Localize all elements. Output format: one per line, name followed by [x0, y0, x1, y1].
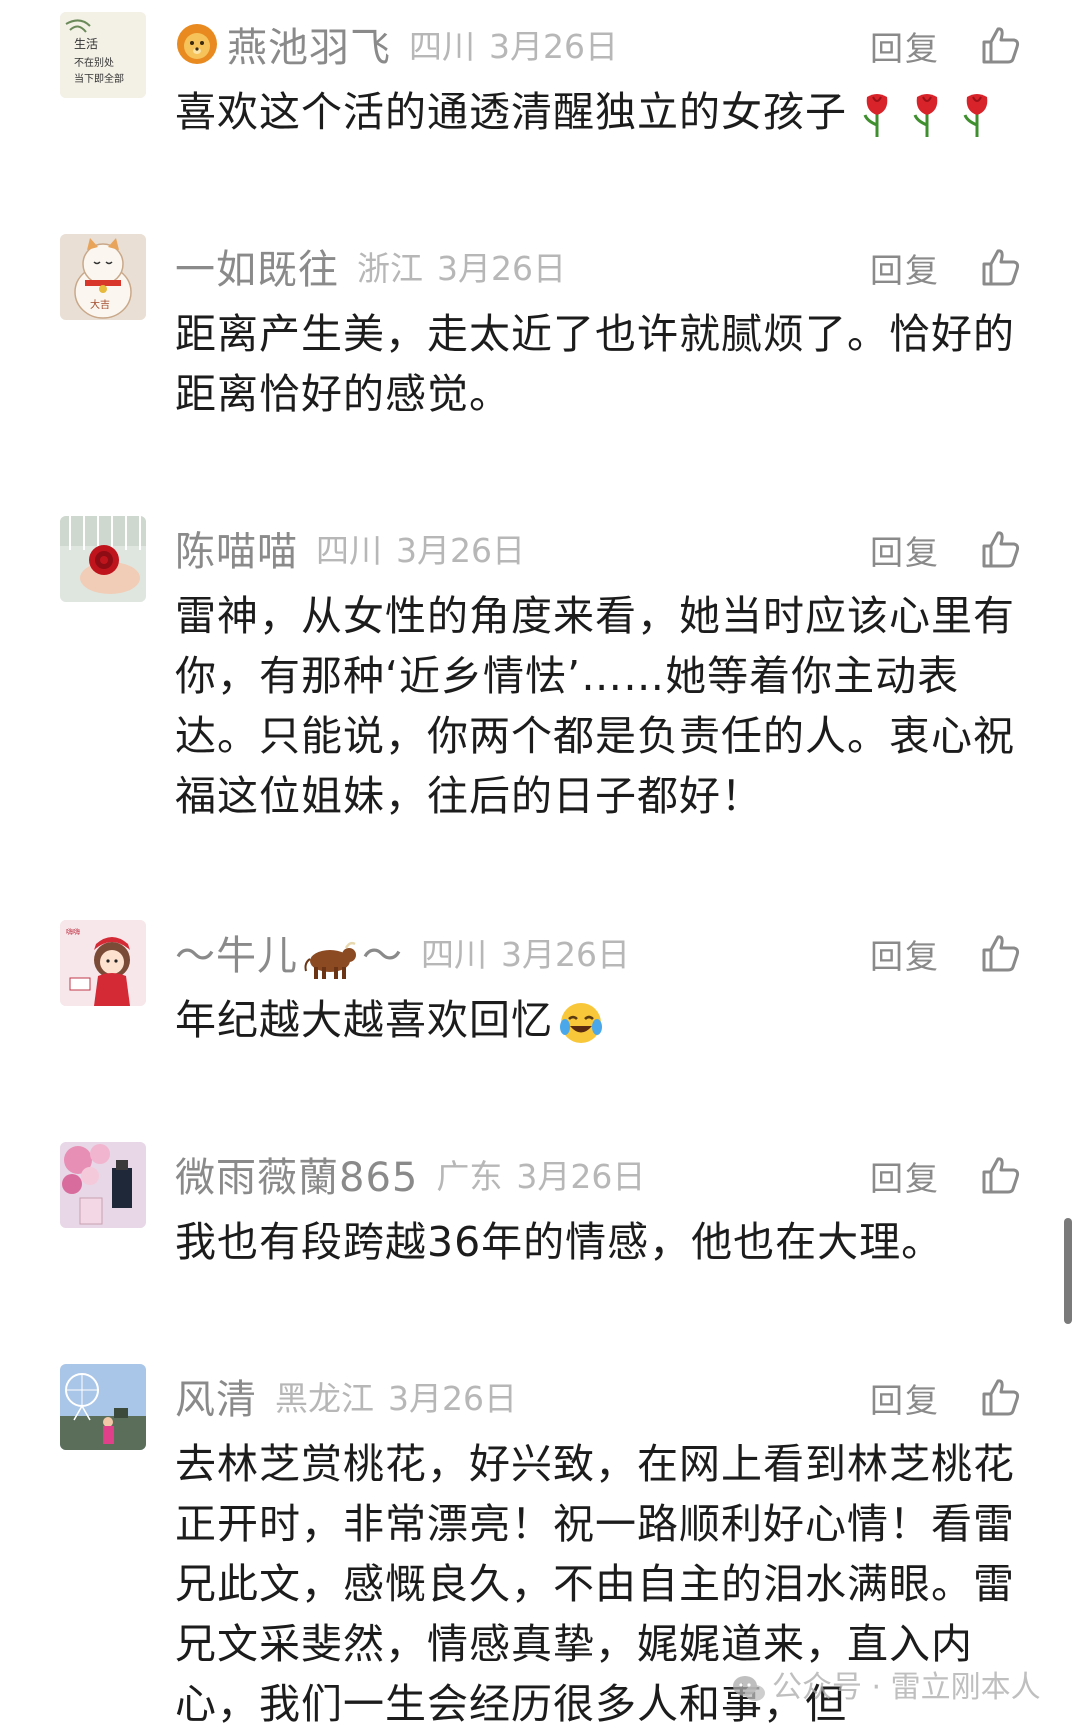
calligraphy-avatar-icon: 生活 不在别处 当下即全部 — [60, 12, 146, 98]
username[interactable]: 一如既往 — [175, 237, 339, 295]
lucky-cat-icon: 大吉 — [60, 234, 146, 320]
comment-header: ～牛儿～ 四川 3月26日 — [175, 922, 630, 982]
watermark-text: 公众号 · 雷立刚本人 — [772, 1670, 1041, 1705]
rose-emoji-icon — [913, 94, 938, 137]
location-label: 浙江 — [357, 249, 423, 288]
ferris-wheel-photo-icon — [60, 1364, 146, 1450]
comment-item: 陈喵喵 四川 3月26日 回复 雷神，从女性的角度来看，她当时应该心里有你，有那… — [0, 516, 1080, 836]
comment-header: 风清 黑龙江 3月26日 — [175, 1366, 517, 1426]
cartoon-girl-icon: 嗨嗨 — [60, 920, 146, 1006]
watermark: 公众号 · 雷立刚本人 — [732, 1662, 1041, 1706]
avatar[interactable] — [60, 1364, 146, 1450]
date-label: 3月26日 — [437, 249, 566, 288]
date-label: 3月26日 — [489, 27, 618, 66]
thumbs-up-icon[interactable] — [980, 246, 1022, 288]
avatar[interactable]: 嗨嗨 — [60, 920, 146, 1006]
avatar[interactable] — [60, 516, 146, 602]
scrollbar[interactable] — [1064, 1218, 1072, 1324]
location-label: 黑龙江 — [275, 1379, 374, 1418]
lion-emoji-icon — [177, 24, 217, 64]
rose-emoji-icon — [863, 94, 888, 137]
username[interactable]: 陈喵喵 — [175, 519, 298, 577]
reply-button[interactable]: 回复 — [870, 930, 940, 978]
date-label: 3月26日 — [396, 531, 525, 570]
comment-item: 嗨嗨 ～牛儿～ 四川 3月26日 回复 年纪越大越喜欢回忆 — [0, 920, 1080, 1080]
avatar[interactable]: 大吉 — [60, 234, 146, 320]
thumbs-up-icon[interactable] — [980, 24, 1022, 66]
thumbs-up-icon[interactable] — [980, 1376, 1022, 1418]
comment-header: 燕池羽飞 四川 3月26日 — [175, 14, 618, 74]
ox-emoji-icon — [304, 941, 356, 979]
date-label: 3月26日 — [388, 1379, 517, 1418]
comment-text: 喜欢这个活的通透清醒独立的女孩子 — [175, 82, 1015, 142]
reply-button[interactable]: 回复 — [870, 244, 940, 292]
svg-text:大吉: 大吉 — [90, 298, 110, 311]
username[interactable]: 风清 — [175, 1367, 257, 1425]
location-label: 四川 — [421, 935, 487, 974]
rose-emoji-icon — [963, 94, 988, 137]
comment-header: 微雨薇蘭865 广东 3月26日 — [175, 1144, 645, 1204]
avatar[interactable]: 生活 不在别处 当下即全部 — [60, 12, 146, 98]
comment-item: 生活 不在别处 当下即全部 燕池羽飞 四川 3月26日 回复 喜欢这个活的通透清… — [0, 12, 1080, 172]
date-label: 3月26日 — [516, 1157, 646, 1196]
location-label: 四川 — [316, 531, 382, 570]
thumbs-up-icon[interactable] — [980, 932, 1022, 974]
thumbs-up-icon[interactable] — [980, 1154, 1022, 1196]
comment-header: 一如既往 浙江 3月26日 — [175, 236, 566, 296]
comment-text: 距离产生美，走太近了也许就腻烦了。恰好的距离恰好的感觉。 — [175, 310, 1015, 418]
laughing-tears-emoji-icon — [560, 1003, 602, 1043]
comment-item: 微雨薇蘭865 广东 3月26日 回复 我也有段跨越36年的情感，他也在大理。 — [0, 1142, 1080, 1282]
reply-button[interactable]: 回复 — [870, 1374, 940, 1422]
comment-header: 陈喵喵 四川 3月26日 — [175, 518, 525, 578]
wechat-icon — [733, 1675, 765, 1701]
comments-page: 生活 不在别处 当下即全部 燕池羽飞 四川 3月26日 回复 喜欢这个活的通透清… — [0, 0, 1080, 1730]
comment-text: 雷神，从女性的角度来看，她当时应该心里有你，有那种‘近乡情怯’……她等着你主动表… — [175, 592, 1015, 820]
comment-item: 大吉 一如既往 浙江 3月26日 回复 距离产生美，走太近了也许就腻烦了。恰好的… — [0, 234, 1080, 434]
thumbs-up-icon[interactable] — [980, 528, 1022, 570]
flowers-perfume-icon — [60, 1142, 146, 1228]
avatar[interactable] — [60, 1142, 146, 1228]
comment-text: 年纪越大越喜欢回忆 — [175, 990, 1015, 1050]
location-label: 四川 — [409, 27, 475, 66]
comment-text: 我也有段跨越36年的情感，他也在大理。 — [175, 1218, 944, 1266]
svg-text:不在别处: 不在别处 — [74, 57, 114, 69]
date-label: 3月26日 — [501, 935, 630, 974]
svg-text:当下即全部: 当下即全部 — [74, 72, 124, 85]
username[interactable]: 燕池羽飞 — [227, 15, 391, 73]
svg-text:嗨嗨: 嗨嗨 — [66, 927, 80, 936]
username[interactable]: ～牛儿～ — [175, 923, 403, 981]
svg-text:生活: 生活 — [74, 37, 98, 51]
reply-button[interactable]: 回复 — [870, 22, 940, 70]
location-label: 广东 — [436, 1157, 503, 1196]
reply-button[interactable]: 回复 — [870, 526, 940, 574]
red-rose-photo-icon — [60, 516, 146, 602]
username[interactable]: 微雨薇蘭865 — [175, 1145, 418, 1203]
reply-button[interactable]: 回复 — [870, 1152, 940, 1200]
